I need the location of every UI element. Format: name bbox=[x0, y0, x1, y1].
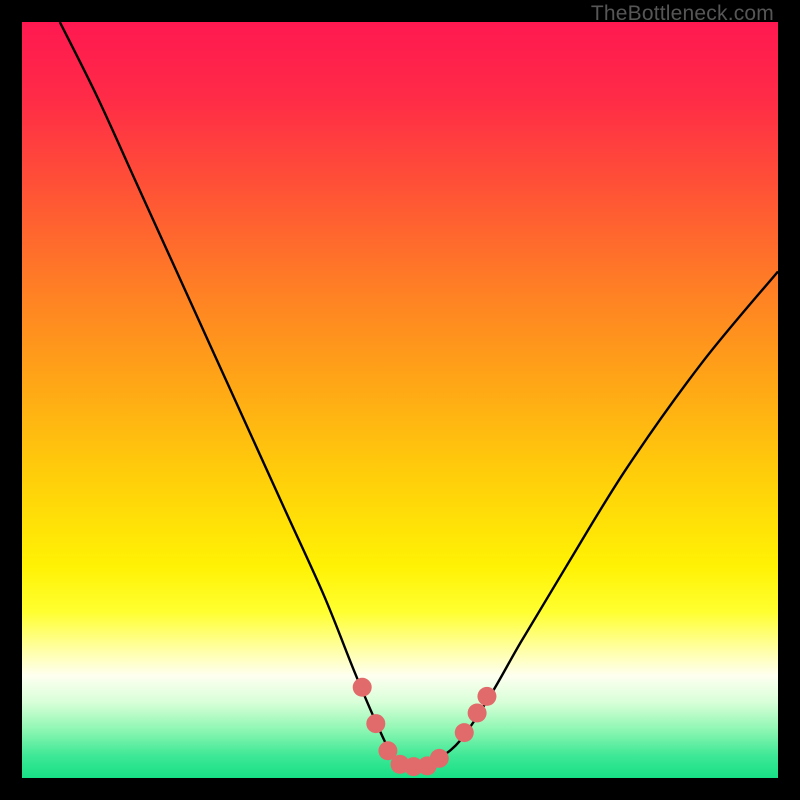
chart-frame bbox=[22, 22, 778, 778]
highlight-dot bbox=[468, 703, 487, 722]
highlight-dot bbox=[366, 714, 385, 733]
gradient-rect bbox=[22, 22, 778, 778]
highlight-dot bbox=[477, 687, 496, 706]
highlight-dot bbox=[455, 723, 474, 742]
watermark-text: TheBottleneck.com bbox=[591, 2, 774, 26]
highlight-dot bbox=[353, 678, 372, 697]
highlight-dot bbox=[430, 749, 449, 768]
chart-canvas bbox=[22, 22, 778, 778]
